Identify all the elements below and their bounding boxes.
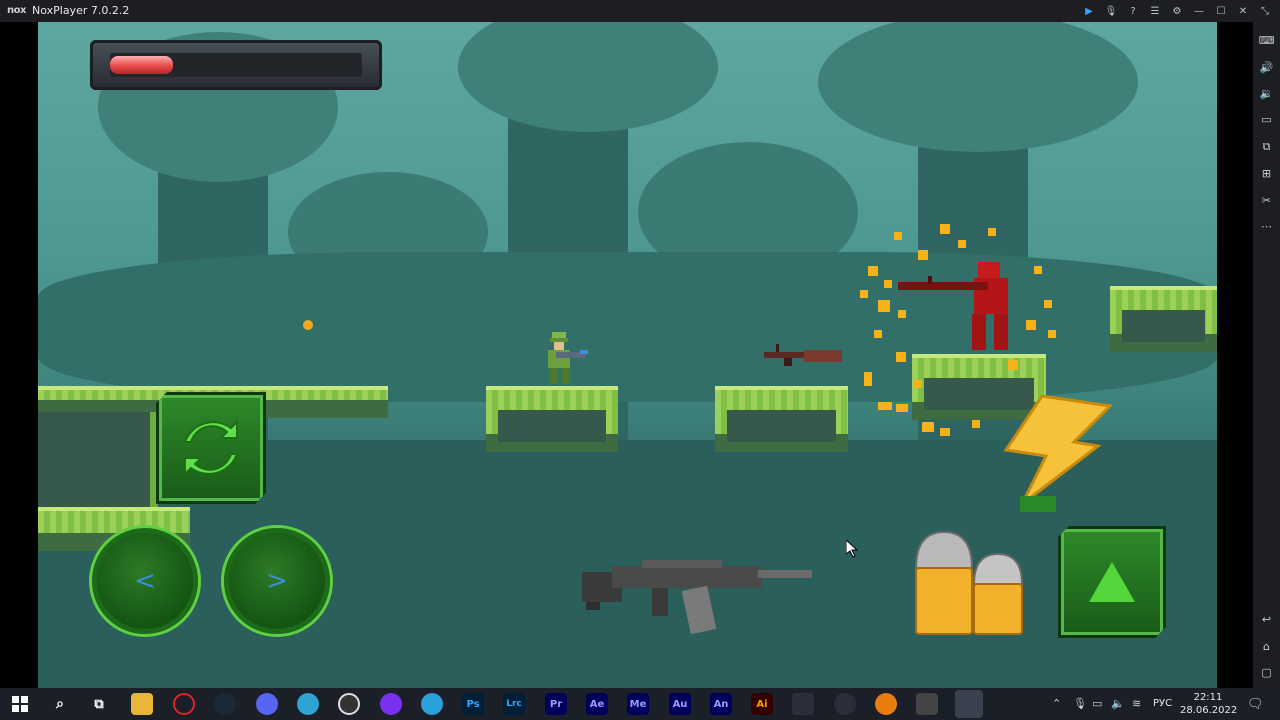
home-icon[interactable]: ⌂ — [1259, 639, 1274, 654]
blender-icon[interactable] — [875, 693, 897, 715]
notifications-icon[interactable]: 🗨 — [1247, 697, 1264, 712]
tree-canopy — [818, 22, 1138, 152]
more-icon[interactable]: ⋯ — [1259, 219, 1274, 234]
input-language[interactable]: РУС — [1153, 698, 1172, 709]
search-icon[interactable]: ⌕ — [49, 693, 71, 715]
after-effects-icon[interactable]: Ae — [586, 693, 608, 715]
screen-icon[interactable]: ▭ — [1259, 112, 1274, 127]
reload-icon — [183, 419, 239, 477]
network-icon[interactable]: ≋ — [1132, 697, 1141, 710]
play-icon[interactable]: ▶ — [1080, 2, 1098, 20]
noxplayer-icon[interactable] — [955, 690, 983, 718]
close-icon[interactable]: ✕ — [1234, 2, 1252, 20]
windows-taskbar: ⌕ ⧉ Ps Lrc Pr Ae Me Au An Ai ⌃ 🎙 ▭ 🔈 ≋ Р… — [0, 688, 1280, 720]
discord-icon[interactable] — [256, 693, 278, 715]
fire-button[interactable] — [912, 528, 1026, 638]
recent-apps-icon[interactable]: ▢ — [1259, 665, 1274, 680]
apk-icon[interactable]: ⊞ — [1259, 166, 1274, 181]
media-encoder-icon[interactable]: Me — [627, 693, 649, 715]
health-bar — [90, 40, 382, 90]
dropped-rifle — [764, 344, 842, 366]
player-soldier — [548, 332, 588, 384]
clock[interactable]: 22:11 28.06.2022 — [1180, 691, 1238, 717]
volume-up-icon[interactable]: 🔊 — [1259, 60, 1274, 75]
emulator-sidebar: ⌨ 🔊 🔉 ▭ ⧉ ⊞ ✂ ⋯ ↩ ⌂ ▢ — [1253, 22, 1280, 688]
nox-logo: nox — [7, 5, 26, 16]
premiere-icon[interactable]: Pr — [545, 693, 567, 715]
volume-down-icon[interactable]: 🔉 — [1259, 86, 1274, 101]
steam-icon[interactable] — [214, 693, 236, 715]
left-arrow-icon: < — [134, 566, 156, 596]
microphone-icon[interactable]: 🎙 — [1073, 697, 1087, 710]
settings-icon[interactable]: ⚙ — [1168, 2, 1186, 20]
volume-icon[interactable]: 🔈 — [1111, 697, 1125, 710]
game-viewport[interactable]: < > — [38, 22, 1217, 688]
move-left-button[interactable]: < — [92, 528, 198, 634]
windows-start-icon[interactable] — [9, 693, 31, 715]
power-boost-button[interactable] — [1002, 392, 1112, 518]
health-fill — [110, 56, 173, 74]
minimize-icon[interactable]: — — [1190, 2, 1208, 20]
opera-icon[interactable] — [173, 693, 195, 715]
file-explorer-icon[interactable] — [131, 693, 153, 715]
lightroom-classic-icon[interactable]: Lrc — [503, 693, 525, 715]
obs-icon[interactable] — [338, 693, 360, 715]
clock-time: 22:11 — [1193, 692, 1223, 703]
animate-icon[interactable]: An — [710, 693, 732, 715]
tray-overflow-icon[interactable]: ⌃ — [1052, 697, 1061, 710]
audition-icon[interactable]: Au — [669, 693, 691, 715]
left-letterbox — [0, 22, 38, 688]
keyboard-icon[interactable]: ⌨ — [1259, 33, 1275, 48]
move-right-button[interactable]: > — [224, 528, 330, 634]
platform-mid-1 — [486, 386, 618, 452]
weapon-rifle-icon[interactable] — [582, 552, 814, 636]
unity-icon[interactable] — [916, 693, 938, 715]
platform-mid-2 — [715, 386, 848, 452]
battery-icon[interactable]: ▭ — [1092, 697, 1102, 710]
cut-icon[interactable]: ✂ — [1259, 193, 1274, 208]
back-icon[interactable]: ↩ — [1259, 612, 1274, 627]
screenshot-icon[interactable]: ⧉ — [1259, 139, 1274, 154]
clock-date: 28.06.2022 — [1180, 705, 1238, 716]
mouse-cursor-icon — [846, 540, 858, 558]
illustrator-icon[interactable]: Ai — [751, 693, 773, 715]
platform-right — [1110, 286, 1217, 352]
up-arrow-icon — [1089, 562, 1135, 602]
mic-icon[interactable]: 🎙 — [1102, 2, 1120, 20]
reload-button[interactable] — [156, 392, 266, 504]
app-purple-icon[interactable] — [380, 693, 402, 715]
jump-button[interactable] — [1058, 526, 1166, 638]
window-titlebar: nox NoxPlayer 7.0.2.2 ▶ 🎙 ? ☰ ⚙ — ☐ ✕ ⤡ — [0, 0, 1280, 22]
collapse-icon[interactable]: ⤡ — [1256, 2, 1274, 20]
app-dark-icon[interactable] — [792, 693, 814, 715]
enemy-soldier — [898, 262, 1008, 350]
telegram-icon[interactable] — [421, 693, 443, 715]
coin — [303, 320, 313, 330]
help-icon[interactable]: ? — [1124, 2, 1142, 20]
photoshop-icon[interactable]: Ps — [462, 693, 484, 715]
right-letterbox — [1217, 22, 1253, 688]
app-speaker-icon[interactable] — [834, 693, 856, 715]
window-title: NoxPlayer 7.0.2.2 — [32, 4, 130, 17]
menu-icon[interactable]: ☰ — [1146, 2, 1164, 20]
tree-canopy — [458, 22, 718, 132]
maximize-icon[interactable]: ☐ — [1212, 2, 1230, 20]
task-view-icon[interactable]: ⧉ — [88, 693, 110, 715]
edge-icon[interactable] — [297, 693, 319, 715]
right-arrow-icon: > — [266, 566, 288, 596]
